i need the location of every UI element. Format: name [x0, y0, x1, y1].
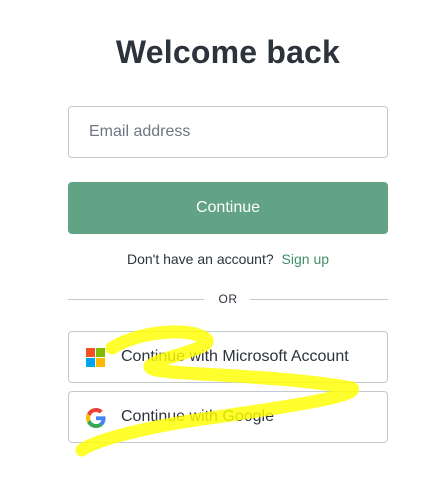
google-login-label: Continue with Google	[121, 408, 274, 425]
divider-or-text: OR	[218, 292, 238, 306]
divider-line-right	[250, 299, 388, 300]
microsoft-logo-icon	[86, 348, 106, 368]
google-logo-icon	[86, 408, 106, 428]
signup-link[interactable]: Sign up	[282, 251, 329, 267]
page-title: Welcome back	[115, 34, 341, 70]
google-login-button[interactable]: Continue with Google	[68, 391, 388, 443]
signup-row: Don't have an account? Sign up	[68, 251, 388, 267]
signup-prompt: Don't have an account?	[126, 251, 274, 267]
email-field[interactable]	[68, 106, 388, 158]
microsoft-login-label: Continue with Microsoft Account	[121, 348, 349, 365]
divider-line-left	[68, 299, 204, 300]
microsoft-login-button[interactable]: Continue with Microsoft Account	[68, 331, 388, 383]
continue-button[interactable]: Continue	[68, 182, 388, 234]
